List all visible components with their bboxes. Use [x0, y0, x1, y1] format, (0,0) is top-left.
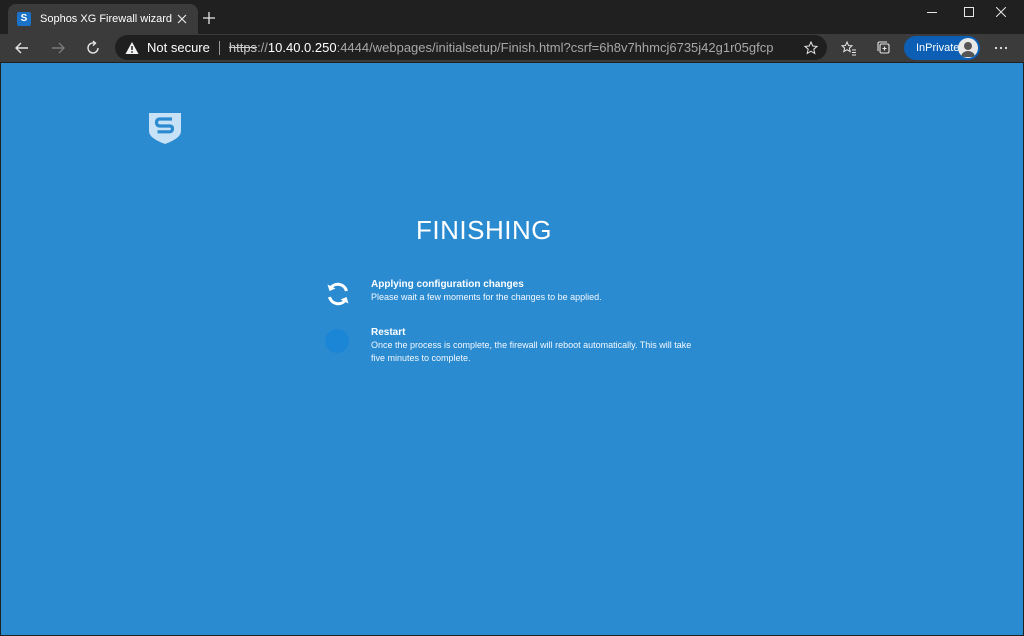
page-title: FINISHING	[416, 215, 552, 245]
inprivate-label: InPrivate	[916, 42, 960, 54]
step-description: Please wait a few moments for the change…	[371, 292, 602, 302]
sync-icon	[327, 282, 349, 306]
inprivate-profile-button[interactable]: InPrivate	[904, 36, 980, 60]
browser-toolbar: Not secure https://10.40.0.250:4444/webp…	[0, 34, 1024, 62]
step-title: Restart	[371, 327, 406, 338]
url-scheme: https	[228, 40, 258, 55]
sophos-shield-logo	[149, 113, 181, 144]
step-title: Applying configuration changes	[371, 279, 524, 290]
address-separator	[218, 40, 220, 55]
url-separator: ://	[257, 40, 268, 55]
url-text[interactable]: https://10.40.0.250:4444/webpages/initia…	[229, 40, 774, 55]
window-border-left	[0, 62, 1, 636]
url-path: :4444/webpages/initialsetup/Finish.html?…	[336, 40, 774, 55]
pending-circle	[325, 329, 349, 353]
back-icon[interactable]	[10, 36, 34, 60]
close-window-icon[interactable]	[978, 0, 1024, 24]
page-content: FINISHING Applying configuration changes…	[1, 63, 1023, 635]
warning-icon	[125, 41, 139, 54]
browser-titlebar: S Sophos XG Firewall wizard	[0, 0, 1024, 34]
sophos-favicon-icon: S	[17, 12, 31, 26]
step-description: Once the process is complete, the firewa…	[371, 340, 692, 363]
favorites-icon[interactable]	[837, 36, 861, 60]
collections-icon[interactable]	[872, 36, 896, 60]
forward-icon[interactable]	[46, 36, 70, 60]
browser-tab[interactable]: S Sophos XG Firewall wizard	[8, 4, 198, 34]
address-bar[interactable]: Not secure https://10.40.0.250:4444/webp…	[115, 35, 827, 60]
security-status[interactable]: Not secure	[147, 40, 210, 55]
avatar	[958, 38, 978, 58]
add-favorite-icon[interactable]	[801, 38, 821, 58]
url-host: 10.40.0.250	[267, 40, 337, 55]
new-tab-icon[interactable]	[200, 9, 218, 27]
tab-title: Sophos XG Firewall wizard	[40, 13, 173, 25]
tab-close-icon[interactable]	[174, 11, 190, 27]
refresh-icon[interactable]	[81, 36, 105, 60]
pending-step-icon	[323, 327, 353, 357]
more-icon[interactable]	[989, 36, 1013, 60]
